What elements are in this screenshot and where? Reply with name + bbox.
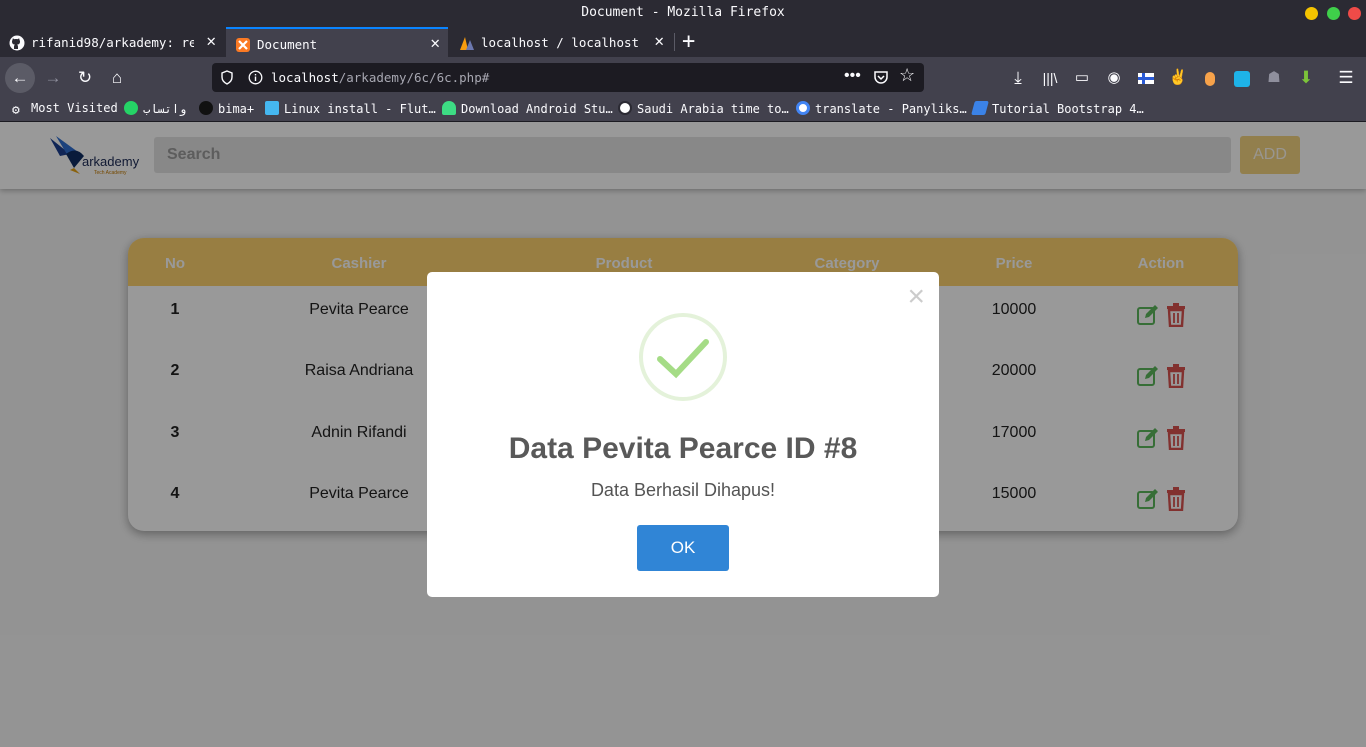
clock-icon (618, 101, 632, 115)
extension-download-icon[interactable]: ⬇ (1291, 63, 1321, 93)
success-check-icon (639, 313, 727, 401)
window-titlebar: Document - Mozilla Firefox (0, 0, 1366, 27)
tab-github[interactable]: rifanid98/arkademy: repo ✕ (0, 27, 224, 57)
tab-label: Document (257, 37, 318, 52)
bookmark-saudi-time[interactable]: Saudi Arabia time to… (618, 101, 789, 116)
bookmark-flutter[interactable]: Linux install - Flut… (265, 101, 436, 116)
navigation-toolbar: ← → ↻ ⌂ localhost/arkademy/6c/6c.php# ••… (0, 57, 1366, 98)
forward-button[interactable]: → (38, 63, 68, 93)
library-icon[interactable]: |||\ (1035, 63, 1065, 93)
tab-separator (674, 33, 675, 51)
shield-icon (221, 70, 233, 85)
minimize-button[interactable] (1305, 7, 1318, 20)
gear-icon: ⚙ (12, 103, 20, 118)
success-dialog: × Data Pevita Pearce ID #8 Data Berhasil… (427, 272, 939, 597)
extension-gnome-icon[interactable]: ✌ (1163, 63, 1193, 93)
android-icon (442, 101, 456, 115)
bookmarks-toolbar: ⚙ Most Visited واتساب bima+ Linux install… (0, 98, 1366, 122)
tab-close-icon[interactable]: ✕ (206, 33, 216, 49)
extension-grey-icon[interactable]: ☗ (1259, 63, 1289, 93)
tab-close-icon[interactable]: ✕ (430, 35, 440, 51)
spy-icon (199, 101, 213, 115)
extension-translate-icon[interactable] (1227, 63, 1257, 93)
tab-phpmyadmin[interactable]: localhost / localhost / p ✕ (450, 27, 672, 57)
plus-icon: + (682, 29, 696, 54)
bookmark-translate[interactable]: translate - Panyliks… (796, 101, 967, 116)
bookmark-bima[interactable]: bima+ (199, 101, 254, 116)
sidebar-icon[interactable]: ▭ (1067, 63, 1097, 93)
bookmark-android-studio[interactable]: Download Android Stu… (442, 101, 613, 116)
pocket-icon[interactable] (873, 70, 889, 85)
reload-button[interactable]: ↻ (70, 63, 100, 93)
bookmark-star-icon[interactable]: ☆ (899, 65, 915, 86)
ok-button[interactable]: OK (637, 525, 729, 571)
bookmark-most-visited[interactable]: ⚙ Most Visited (12, 101, 118, 118)
bookmark-whatsapp[interactable]: واتساب (124, 101, 186, 116)
new-tab-button[interactable]: + (678, 27, 704, 57)
xampp-icon (236, 38, 250, 52)
back-button[interactable]: ← (5, 63, 35, 93)
bookmark-bootstrap[interactable]: Tutorial Bootstrap 4… (971, 101, 1144, 116)
whatsapp-icon (124, 101, 138, 115)
github-icon (9, 35, 25, 51)
google-icon (796, 101, 810, 115)
tab-label: localhost / localhost / p (481, 35, 642, 50)
home-button[interactable]: ⌂ (102, 63, 132, 93)
maximize-button[interactable] (1327, 7, 1340, 20)
close-window-button[interactable] (1348, 7, 1361, 20)
close-icon[interactable]: × (907, 282, 925, 312)
extension-finnish-icon[interactable] (1131, 63, 1161, 93)
tab-document[interactable]: Document ✕ (226, 27, 448, 57)
info-icon (248, 70, 263, 85)
account-icon[interactable]: ◉ (1099, 63, 1129, 93)
url-text: localhost/arkademy/6c/6c.php# (271, 70, 490, 85)
downloads-icon[interactable]: ⤓ (1003, 63, 1033, 93)
bootstrap-icon (971, 101, 989, 115)
menu-icon[interactable]: ☰ (1331, 63, 1361, 93)
extension-orange-icon[interactable] (1195, 63, 1225, 93)
tab-close-icon[interactable]: ✕ (654, 33, 664, 49)
dialog-title: Data Pevita Pearce ID #8 (508, 432, 858, 465)
address-bar[interactable]: localhost/arkademy/6c/6c.php# ••• ☆ (212, 63, 924, 92)
page-actions-icon[interactable]: ••• (844, 67, 861, 85)
tab-label: rifanid98/arkademy: repo (31, 35, 194, 50)
flutter-icon (265, 101, 279, 115)
window-title: Document - Mozilla Firefox (581, 5, 785, 20)
phpmyadmin-icon (460, 37, 474, 50)
tab-bar: rifanid98/arkademy: repo ✕ Document ✕ lo… (0, 27, 1366, 57)
dialog-message: Data Berhasil Dihapus! (590, 480, 776, 500)
